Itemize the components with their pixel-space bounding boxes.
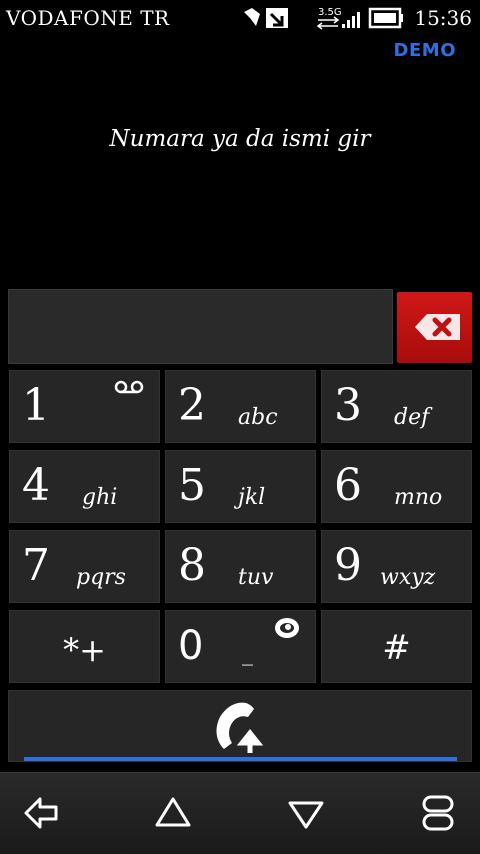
battery-icon	[368, 7, 403, 29]
key-6[interactable]: 6 mno	[321, 450, 472, 523]
call-button[interactable]	[8, 690, 472, 762]
number-input[interactable]	[8, 289, 393, 364]
key-letters: wxyz	[380, 565, 436, 590]
carrier-name: VODAFONE TR	[6, 6, 170, 30]
globe-icon	[275, 618, 299, 638]
key-digit: #	[382, 628, 411, 668]
key-letters: ghi	[82, 485, 118, 510]
key-letters: abc	[238, 405, 278, 430]
key-letters: _	[242, 641, 253, 666]
key-8[interactable]: 8 tuv	[165, 530, 316, 603]
key-digit: *+	[63, 631, 106, 669]
key-digit: 5	[178, 460, 206, 511]
call-accent-bar	[24, 757, 457, 761]
key-4[interactable]: 4 ghi	[9, 450, 160, 523]
network-3.5g-icon: 3.5G	[316, 7, 342, 30]
key-letters: pqrs	[76, 565, 126, 590]
back-icon[interactable]	[22, 793, 62, 833]
key-letters: tuv	[238, 565, 274, 590]
call-icon	[216, 702, 264, 753]
delete-button[interactable]	[397, 292, 472, 363]
key-star[interactable]: *+	[9, 610, 160, 683]
key-7[interactable]: 7 pqrs	[9, 530, 160, 603]
menu-down-icon[interactable]	[286, 793, 326, 833]
signal-icon	[342, 12, 360, 28]
key-1[interactable]: 1	[9, 370, 160, 443]
key-hash[interactable]: #	[321, 610, 472, 683]
key-3[interactable]: 3 def	[321, 370, 472, 443]
key-letters: jkl	[238, 485, 266, 510]
home-icon[interactable]	[153, 793, 193, 833]
key-9[interactable]: 9 wxyz	[321, 530, 472, 603]
voicemail-icon	[114, 380, 144, 394]
key-digit: 9	[334, 540, 362, 591]
key-2[interactable]: 2 abc	[165, 370, 316, 443]
key-digit: 3	[334, 380, 362, 431]
key-digit: 6	[334, 460, 362, 511]
key-digit: 4	[22, 460, 50, 511]
key-digit: 0	[178, 623, 204, 669]
svg-text:3.5G: 3.5G	[318, 7, 342, 18]
status-bar: VODAFONE TR 3.5G 15:36	[0, 0, 480, 36]
key-digit: 7	[22, 540, 50, 591]
clock: 15:36	[414, 6, 472, 30]
demo-badge: DEMO	[393, 40, 456, 61]
notification-icon	[244, 8, 260, 26]
download-icon	[266, 8, 288, 28]
recent-apps-icon[interactable]	[418, 793, 458, 833]
navigation-bar	[0, 772, 480, 854]
input-prompt: Numara ya da ismi gir	[109, 126, 371, 152]
backspace-icon	[415, 314, 460, 340]
key-digit: 2	[178, 380, 206, 431]
key-digit: 8	[178, 540, 206, 591]
status-icons: 3.5G	[244, 7, 403, 30]
key-5[interactable]: 5 jkl	[165, 450, 316, 523]
key-letters: mno	[394, 485, 443, 510]
key-0[interactable]: 0 _	[165, 610, 316, 683]
key-digit: 1	[22, 380, 50, 431]
key-letters: def	[394, 405, 430, 430]
